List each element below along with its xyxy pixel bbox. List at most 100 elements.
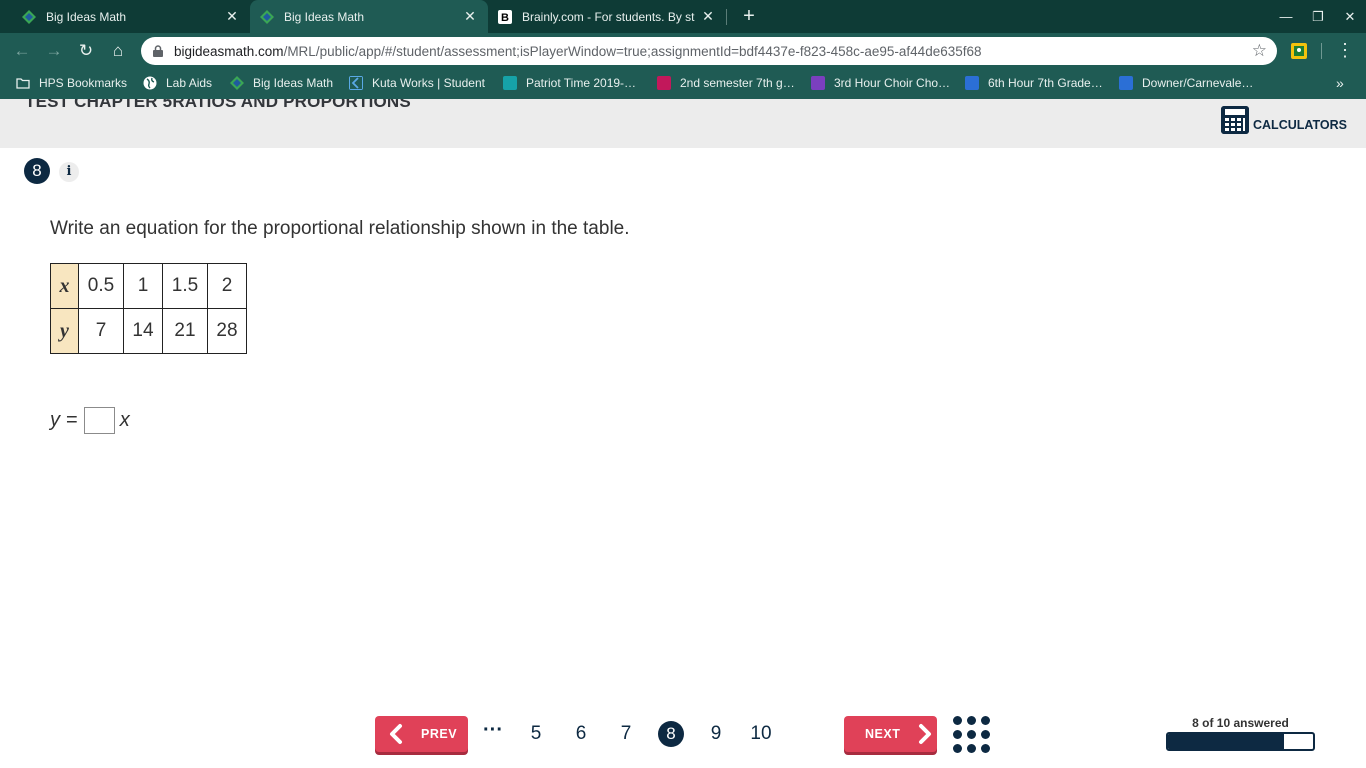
bookmark-item[interactable]: 2nd semester 7th g… [657, 76, 795, 90]
equation-lhs: y [50, 409, 60, 431]
prev-button[interactable]: PREV [375, 716, 468, 752]
assessment-header: TEST CHAPTER 5RATIOS AND PROPORTIONS CAL… [0, 99, 1366, 148]
answer-equation: y = x [50, 407, 130, 434]
bim-favicon-icon [260, 9, 274, 24]
bookmark-item[interactable]: Lab Aids [143, 76, 212, 90]
calculators-label: CALCULATORS [1253, 117, 1347, 132]
bookmarks-bar: HPS Bookmarks Lab Aids Big Ideas Math Ku… [0, 69, 1366, 99]
answer-input[interactable] [83, 407, 115, 434]
bookmark-label: Big Ideas Math [253, 76, 334, 90]
reload-icon[interactable]: ↻ [74, 39, 98, 63]
page-link-9[interactable]: 9 [701, 721, 731, 747]
table-header-y: y [50, 308, 79, 354]
table-cell: 1 [123, 263, 163, 309]
kuta-icon [349, 76, 363, 90]
tab-divider [726, 9, 727, 25]
equation-equals: = [66, 409, 78, 431]
classroom-icon [657, 76, 671, 90]
page-link-10[interactable]: 10 [746, 721, 776, 747]
page-link-6[interactable]: 6 [566, 721, 596, 747]
table-header-x: x [50, 263, 79, 309]
info-icon[interactable]: i [59, 162, 79, 182]
bim-favicon-icon [22, 9, 36, 24]
bim-icon [230, 76, 244, 90]
bookmark-item[interactable]: Downer/Carnevale… [1119, 76, 1253, 90]
bookmark-label: Lab Aids [166, 76, 213, 90]
bookmark-label: HPS Bookmarks [39, 76, 128, 90]
table-cell: 0.5 [78, 263, 124, 309]
browser-tab-strip: Big Ideas Math ✕ Big Ideas Math ✕ B Brai… [0, 0, 1366, 33]
browser-menu-icon[interactable]: ⋮ [1336, 40, 1354, 60]
bookmark-label: Kuta Works | Student [372, 76, 485, 90]
extension-classroom-icon[interactable] [1291, 43, 1307, 59]
answered-count: 8 of 10 answered [1192, 716, 1289, 730]
address-bar[interactable]: bigideasmath.com/MRL/public/app/#/studen… [141, 37, 1277, 65]
chevron-left-icon [390, 724, 402, 744]
calculators-button[interactable]: CALCULATORS [1221, 106, 1347, 134]
url-path: /MRL/public/app/#/student/assessment;isP… [283, 43, 982, 59]
tab-close-icon[interactable]: ✕ [224, 8, 240, 25]
minimize-icon[interactable]: — [1270, 0, 1302, 33]
equation-rhs-variable: x [119, 409, 130, 431]
bookmark-item[interactable]: Kuta Works | Student [349, 76, 485, 90]
browser-toolbar: ← → ↻ ⌂ bigideasmath.com/MRL/public/app/… [0, 33, 1366, 69]
table-cell: 2 [207, 263, 247, 309]
question-grid-icon[interactable] [953, 716, 990, 753]
browser-tab-active[interactable]: Big Ideas Math ✕ [250, 0, 488, 33]
more-pages-ellipsis[interactable]: ··· [483, 719, 503, 742]
close-window-icon[interactable]: ✕ [1334, 0, 1366, 33]
bookmark-label: 3rd Hour Choir Cho… [834, 76, 951, 90]
browser-tab[interactable]: Big Ideas Math ✕ [0, 0, 250, 33]
tab-title: Big Ideas Math [284, 9, 365, 24]
assessment-title: TEST CHAPTER 5RATIOS AND PROPORTIONS [25, 99, 411, 111]
toolbar-divider [1321, 43, 1322, 59]
classroom-icon [1119, 76, 1133, 90]
bookmark-label: 6th Hour 7th Grade… [988, 76, 1103, 90]
table-cell: 14 [123, 308, 163, 354]
classroom-icon [503, 76, 517, 90]
svg-text:B: B [501, 12, 509, 24]
more-bookmarks-icon[interactable]: » [1336, 75, 1344, 91]
lock-icon [153, 45, 163, 57]
question-number-badge: 8 [24, 158, 50, 184]
bookmark-item[interactable]: Patriot Time 2019-… [503, 76, 636, 90]
next-button[interactable]: NEXT [844, 716, 937, 752]
bookmark-label: Patriot Time 2019-… [526, 76, 637, 90]
url-domain: bigideasmath.com [174, 43, 284, 59]
bookmark-item[interactable]: HPS Bookmarks [16, 76, 127, 90]
table-cell: 21 [162, 308, 208, 354]
table-cell: 7 [78, 308, 124, 354]
table-row-x: x 0.5 1 1.5 2 [50, 263, 247, 309]
prev-label: PREV [421, 727, 458, 741]
tab-title: Big Ideas Math [46, 9, 127, 24]
forward-arrow-icon[interactable]: → [42, 39, 66, 63]
back-arrow-icon[interactable]: ← [10, 39, 34, 63]
bookmark-star-icon[interactable]: ☆ [1252, 41, 1267, 61]
answered-progress-bar [1166, 732, 1315, 751]
page-link-7[interactable]: 7 [611, 721, 641, 747]
browser-tab[interactable]: B Brainly.com - For students. By st ✕ [488, 0, 726, 33]
tab-close-icon[interactable]: ✕ [700, 8, 716, 25]
page-link-5[interactable]: 5 [521, 721, 551, 747]
calculator-icon [1221, 106, 1249, 134]
bookmark-label: 2nd semester 7th g… [680, 76, 795, 90]
restore-window-icon[interactable]: ❐ [1302, 0, 1334, 33]
question-prompt: Write an equation for the proportional r… [50, 218, 630, 239]
progress-fill [1168, 734, 1284, 749]
bookmark-item[interactable]: Big Ideas Math [230, 76, 333, 90]
page-link-8-current[interactable]: 8 [658, 721, 684, 747]
home-icon[interactable]: ⌂ [106, 39, 130, 63]
bookmark-label: Downer/Carnevale… [1142, 76, 1254, 90]
table-row-y: y 7 14 21 28 [50, 308, 247, 354]
proportional-table: x 0.5 1 1.5 2 y 7 14 21 28 [50, 263, 247, 354]
chevron-right-icon [919, 724, 932, 744]
bookmark-item[interactable]: 3rd Hour Choir Cho… [811, 76, 950, 90]
url-text: bigideasmath.com/MRL/public/app/#/studen… [174, 44, 982, 59]
new-tab-plus-icon[interactable]: + [738, 5, 760, 27]
bookmark-item[interactable]: 6th Hour 7th Grade… [965, 76, 1103, 90]
tab-close-icon[interactable]: ✕ [462, 8, 478, 25]
globe-icon [143, 76, 157, 90]
folder-icon [16, 78, 30, 89]
brainly-favicon-icon: B [498, 9, 512, 24]
classroom-icon [965, 76, 979, 90]
